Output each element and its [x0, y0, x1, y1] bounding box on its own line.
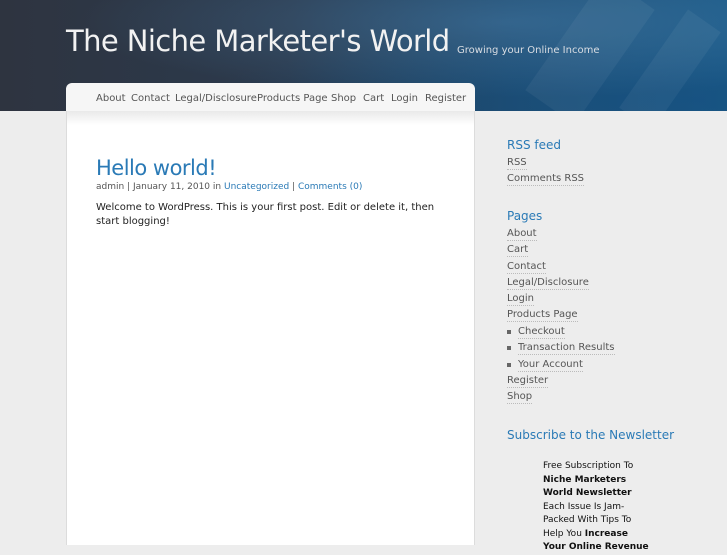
- nav-item-contact[interactable]: Contact: [131, 93, 170, 104]
- comments-rss-link[interactable]: Comments RSS: [507, 172, 585, 186]
- nav-item-legal-disclosure[interactable]: Legal/Disclosure: [175, 93, 257, 104]
- sidebar-page-products-page[interactable]: Products Page: [507, 308, 578, 322]
- sidebar-page-shop[interactable]: Shop: [507, 390, 533, 404]
- sidebar-page-register[interactable]: Register: [507, 374, 549, 388]
- post-date: January 11, 2010: [132, 182, 211, 192]
- nav-item-shop[interactable]: Shop: [331, 93, 356, 104]
- post-body: Welcome to WordPress. This is your first…: [96, 202, 435, 227]
- newsletter-text: Free Subscription To Niche Marketers Wor…: [543, 460, 653, 555]
- post-meta: admin | January 11, 2010 in Uncategorize…: [96, 182, 363, 192]
- content-shadow: [67, 111, 474, 125]
- sidebar-page-legal-disclosure[interactable]: Legal/Disclosure: [507, 276, 589, 290]
- sidebar-page-cart[interactable]: Cart: [507, 243, 529, 257]
- post-author: admin: [96, 182, 125, 192]
- nav-item-about[interactable]: About: [96, 93, 126, 104]
- bullet-icon: [507, 330, 511, 334]
- newsletter-heading: Subscribe to the Newsletter: [507, 428, 675, 442]
- bullet-icon: [507, 346, 511, 350]
- sidebar: RSS feed RSS Comments RSS Pages About Ca…: [480, 111, 727, 552]
- pages-heading: Pages: [507, 209, 543, 223]
- nav-item-products-page[interactable]: Products Page: [257, 93, 328, 104]
- post-in-word: in: [212, 182, 222, 192]
- newsletter-bold-1: Niche Marketers World Newsletter: [543, 474, 632, 499]
- sidebar-page-login[interactable]: Login: [507, 292, 534, 306]
- nav-item-login[interactable]: Login: [391, 93, 418, 104]
- nav-item-register[interactable]: Register: [425, 93, 466, 104]
- main-content: Hello world! admin | January 11, 2010 in…: [66, 111, 475, 545]
- sidebar-subpage-transaction-results[interactable]: Transaction Results: [518, 341, 615, 355]
- post-category-link[interactable]: Uncategorized: [224, 182, 289, 192]
- newsletter-line-1: Free Subscription To: [543, 461, 634, 471]
- sidebar-subpage-your-account[interactable]: Your Account: [518, 358, 583, 372]
- main-nav: About Contact Legal/Disclosure Products …: [66, 83, 475, 111]
- sidebar-subpage-checkout[interactable]: Checkout: [518, 325, 565, 339]
- sidebar-page-about[interactable]: About: [507, 227, 537, 241]
- nav-item-cart[interactable]: Cart: [363, 93, 384, 104]
- post-title[interactable]: Hello world!: [96, 156, 217, 180]
- site-tagline: Growing your Online Income: [457, 45, 600, 56]
- post-comments-link[interactable]: Comments (0): [298, 182, 362, 192]
- sidebar-page-contact[interactable]: Contact: [507, 260, 546, 274]
- rss-link[interactable]: RSS: [507, 156, 527, 170]
- rss-feed-heading: RSS feed: [507, 138, 561, 152]
- site-title[interactable]: The Niche Marketer's World: [66, 24, 450, 58]
- bullet-icon: [507, 363, 511, 367]
